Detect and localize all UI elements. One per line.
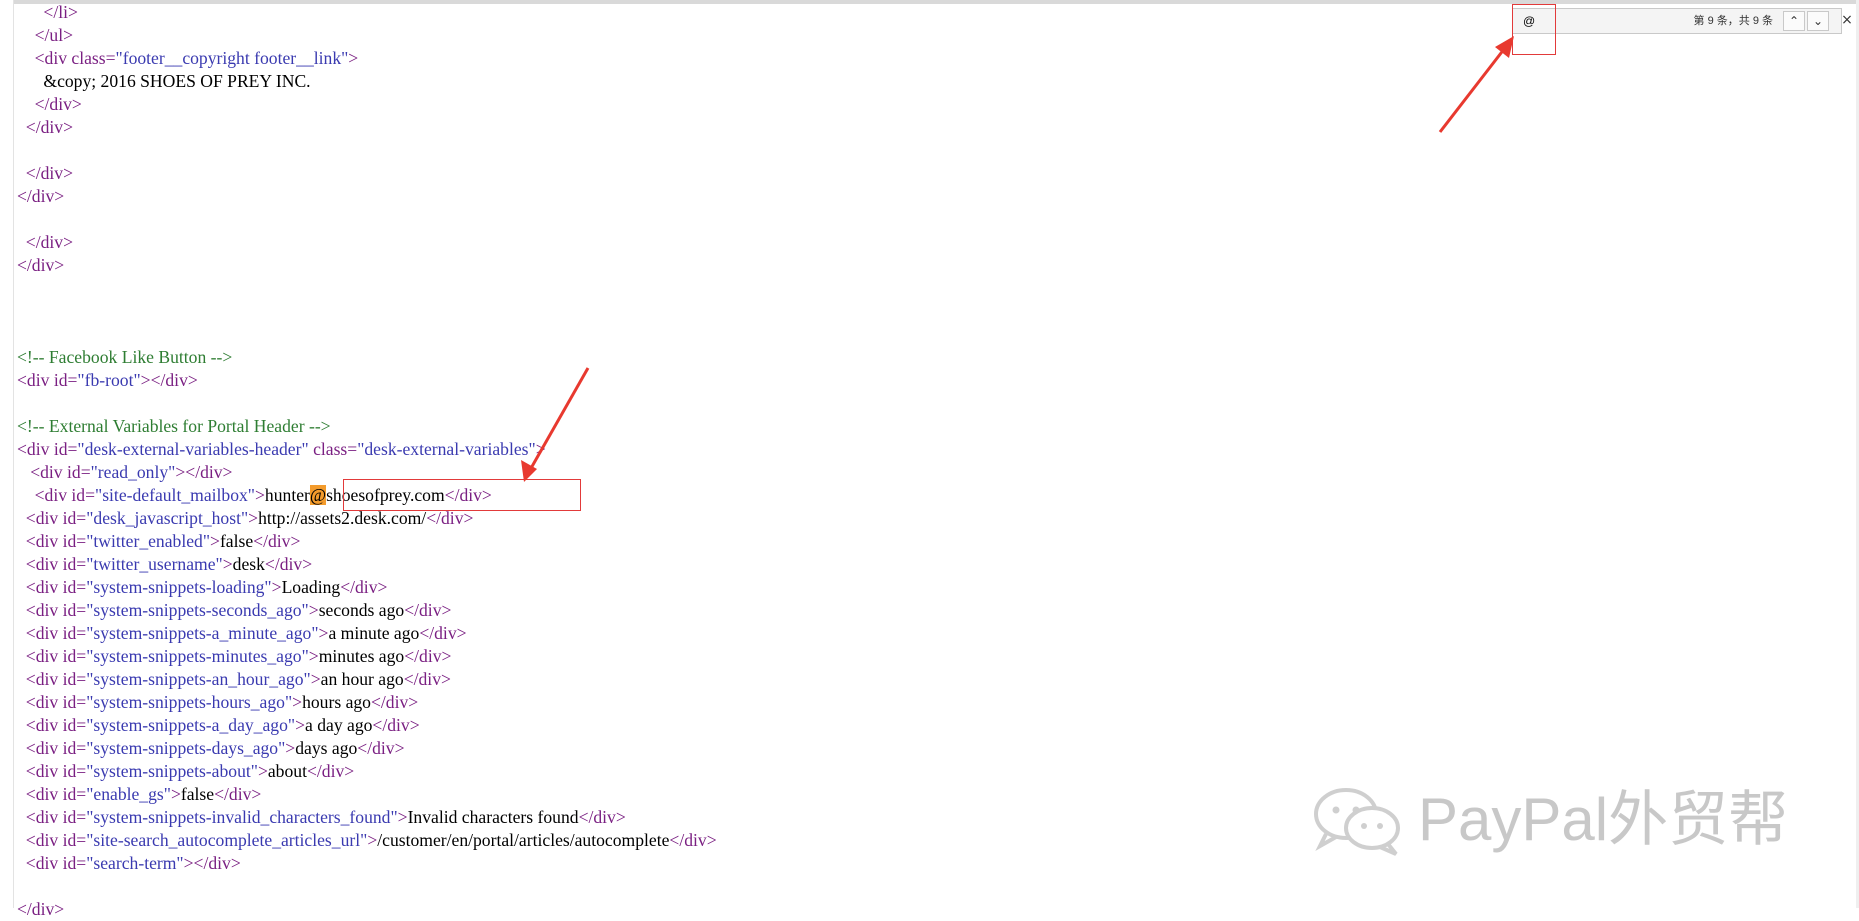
- watermark: PayPal外贸帮: [1310, 780, 1810, 860]
- annotation-arrows: [521, 36, 1514, 482]
- arrow-to-email: [521, 367, 590, 482]
- watermark-text: PayPal外贸帮: [1418, 786, 1789, 853]
- wechat-icon: [1314, 788, 1400, 856]
- arrow-to-find-bar: [1438, 36, 1514, 133]
